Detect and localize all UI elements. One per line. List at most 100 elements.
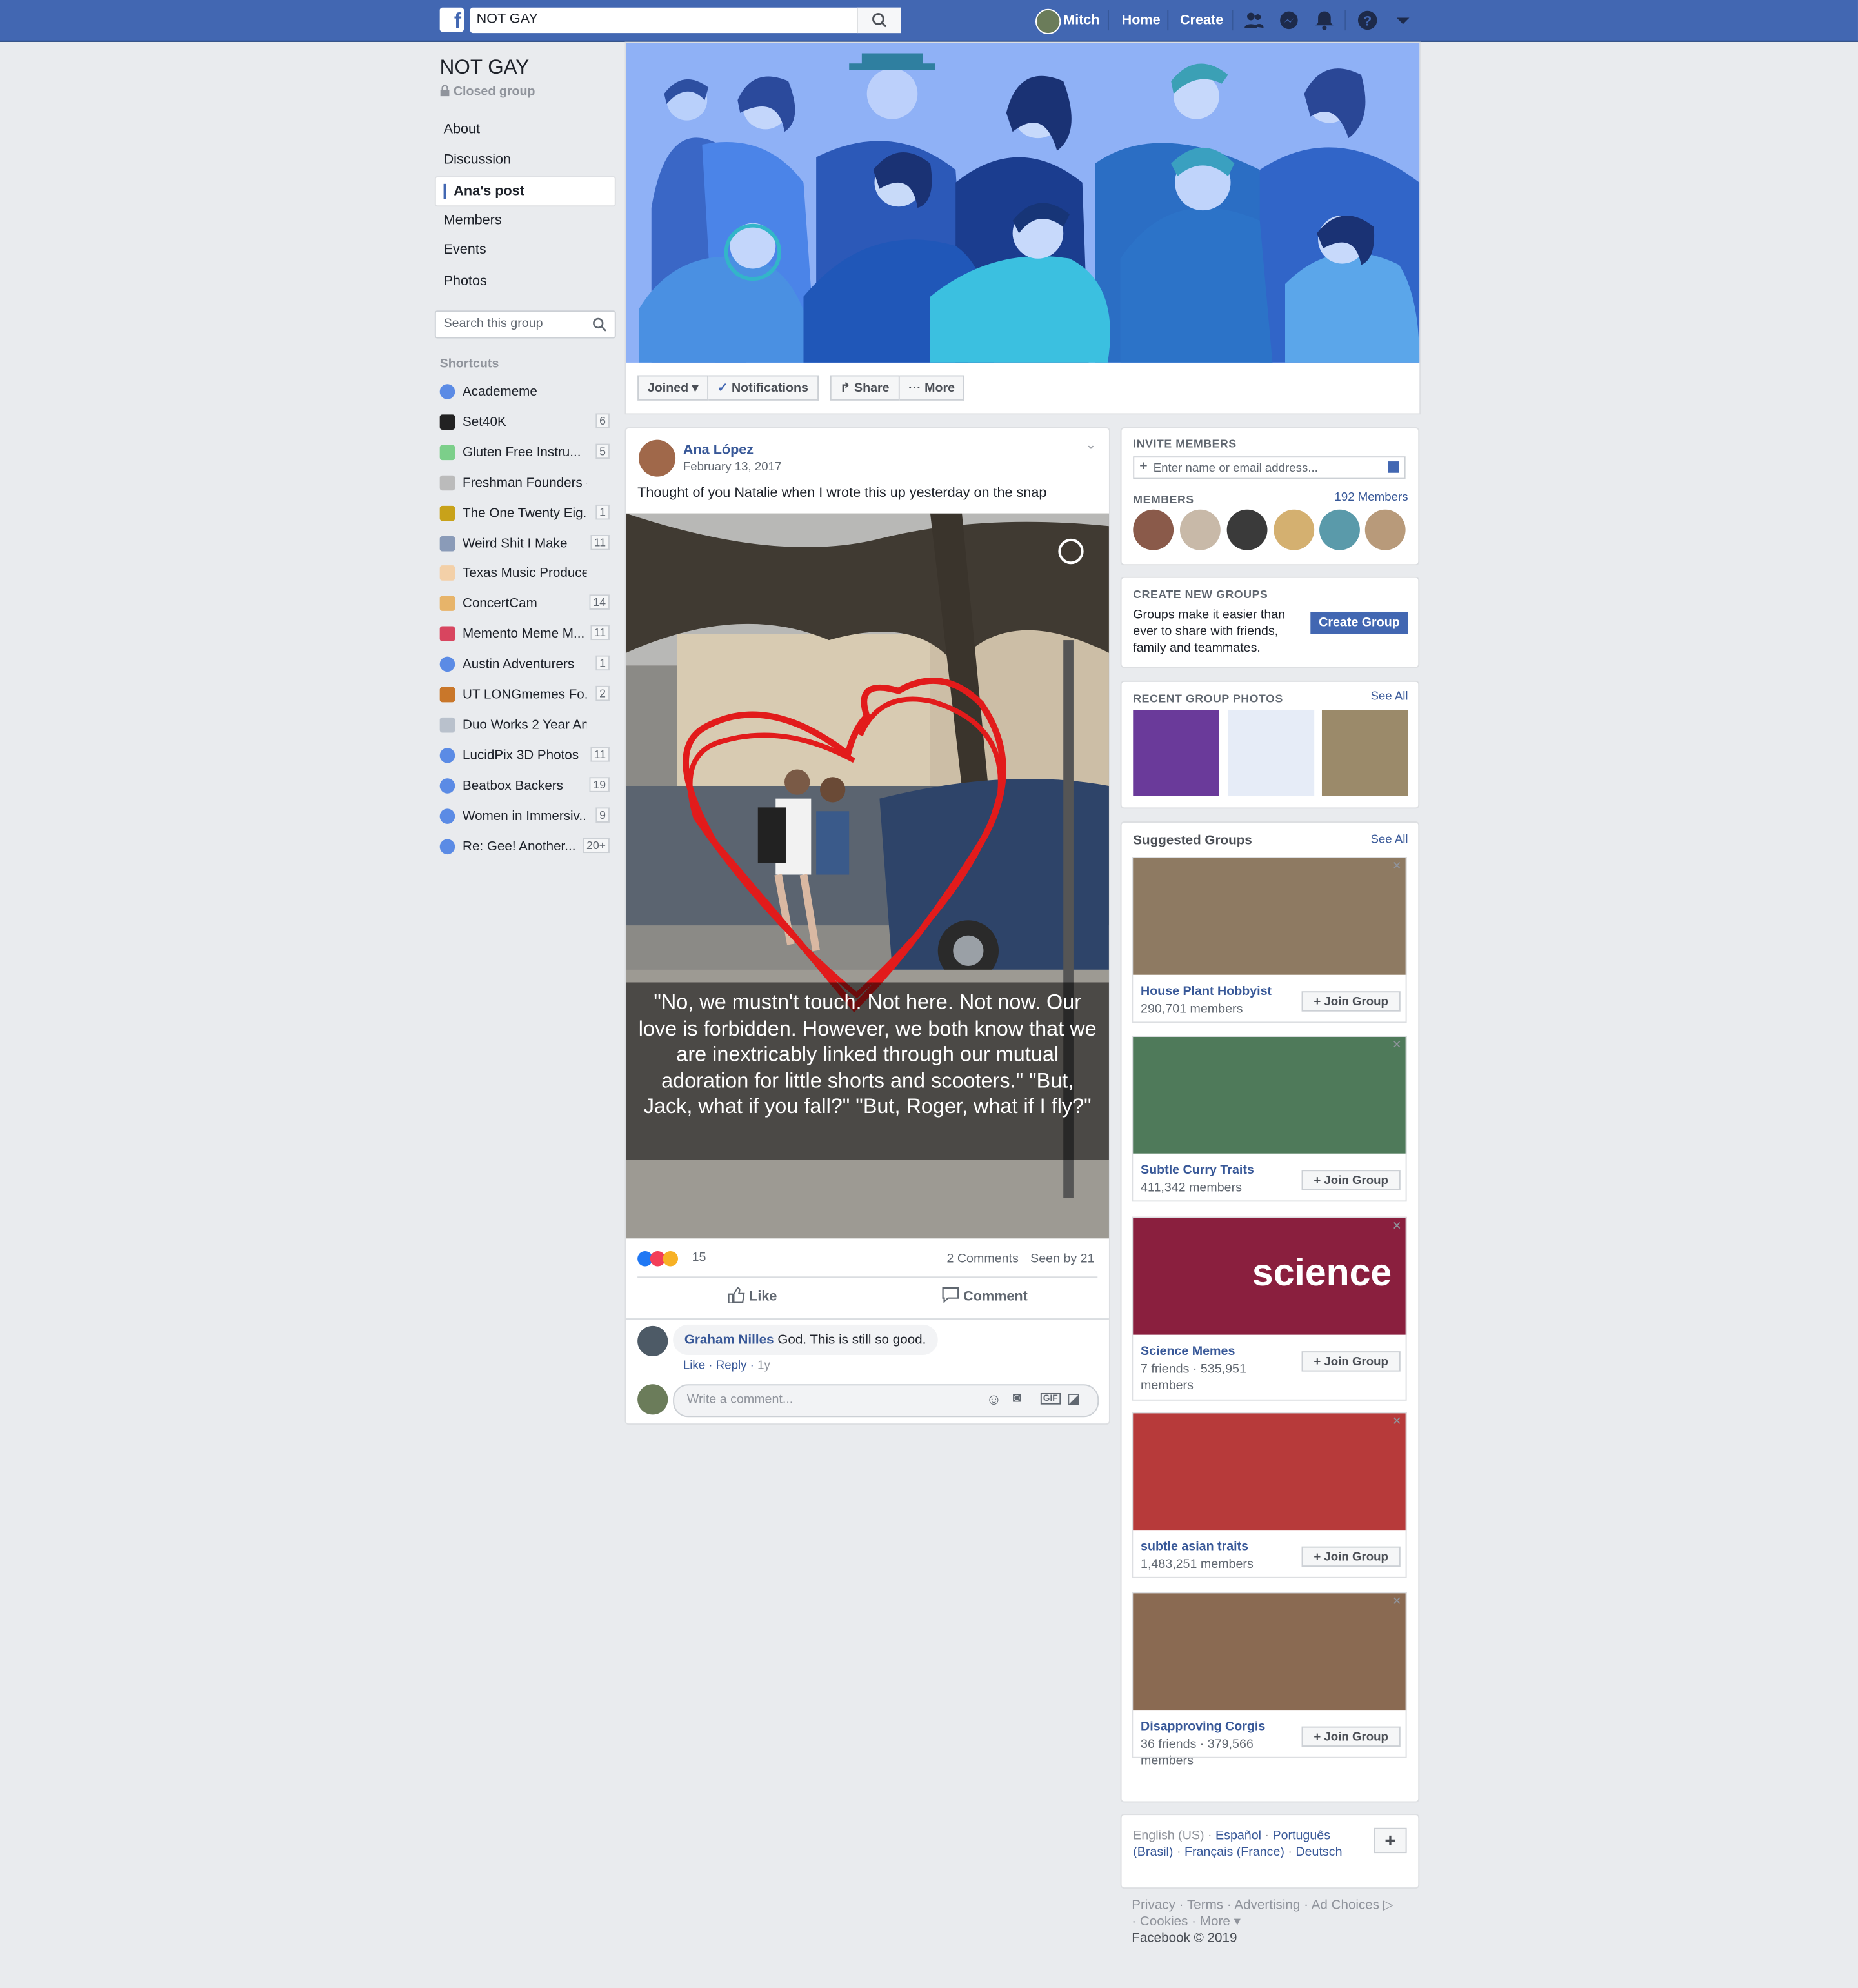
recent-photos-see-all[interactable]: See All [1370, 690, 1408, 704]
comment-reply-link[interactable]: Reply [716, 1359, 747, 1373]
reaction-icons[interactable] [637, 1250, 679, 1270]
suggested-group-cover[interactable]: ✕ science [1132, 1216, 1407, 1335]
friend-requests-icon[interactable] [1243, 10, 1264, 30]
group-nav-photos[interactable]: Photos [435, 268, 614, 296]
comment-author[interactable]: Graham Nilles [684, 1332, 774, 1348]
join-group-button[interactable]: + Join Group [1301, 991, 1401, 1012]
account-menu-chevron-icon[interactable] [1393, 10, 1413, 30]
language-link[interactable]: Deutsch [1295, 1845, 1342, 1860]
suggested-group-name[interactable]: House Plant Hobbyist [1141, 985, 1272, 999]
dismiss-close-icon[interactable]: ✕ [1392, 1594, 1402, 1609]
dismiss-close-icon[interactable]: ✕ [1392, 859, 1402, 874]
shortcut-item[interactable]: Re: Gee! Another... 20+ [439, 836, 610, 856]
notifications-bell-icon[interactable] [1314, 10, 1334, 30]
join-group-button[interactable]: + Join Group [1301, 1170, 1401, 1190]
suggested-see-all[interactable]: See All [1370, 833, 1408, 847]
comment-like-link[interactable]: Like [683, 1359, 705, 1373]
group-title[interactable]: NOT GAY [440, 57, 530, 79]
post-photo[interactable]: "No, we mustn't touch. Not here. Not now… [626, 513, 1109, 1239]
contacts-icon[interactable] [1388, 461, 1399, 473]
member-avatar[interactable] [1133, 509, 1174, 550]
post-date[interactable]: February 13, 2017 [683, 460, 782, 474]
post-author-name[interactable]: Ana López [683, 443, 754, 458]
recent-photo[interactable] [1321, 710, 1408, 796]
join-group-button[interactable]: + Join Group [1301, 1351, 1401, 1372]
help-icon[interactable]: ? [1357, 10, 1377, 30]
footer-link[interactable]: Terms [1187, 1898, 1223, 1913]
create-group-button[interactable]: Create Group [1310, 612, 1408, 634]
seen-by-count[interactable]: Seen by 21 [1030, 1252, 1094, 1267]
gif-icon[interactable]: GIF [1040, 1392, 1061, 1405]
shortcut-item[interactable]: Duo Works 2 Year Ann... [439, 715, 610, 735]
shortcut-item[interactable]: Austin Adventurers 1 [439, 654, 610, 674]
facebook-logo-icon[interactable]: f [439, 7, 464, 33]
shortcut-item[interactable]: Memento Meme M... 11 [439, 624, 610, 644]
member-avatar[interactable] [1319, 509, 1360, 550]
share-button[interactable]: ↱ Share [830, 375, 900, 401]
notifications-button[interactable]: ✓ Notifications [708, 375, 819, 401]
suggested-group-cover[interactable]: ✕ [1132, 1592, 1407, 1711]
suggested-group-name[interactable]: Subtle Curry Traits [1141, 1163, 1254, 1178]
language-link[interactable]: Español [1215, 1829, 1261, 1843]
shortcut-item[interactable]: The One Twenty Eig... 1 [439, 503, 610, 523]
footer-link[interactable]: More [1200, 1914, 1230, 1929]
group-nav-about[interactable]: About [435, 115, 614, 143]
shortcut-item[interactable]: Gluten Free Instru... 5 [439, 442, 610, 462]
join-group-button[interactable]: + Join Group [1301, 1546, 1401, 1567]
invite-input[interactable]: + Enter name or email address... [1133, 456, 1406, 479]
group-nav-members[interactable]: Members [435, 206, 614, 234]
suggested-group-name[interactable]: Science Memes [1141, 1345, 1235, 1359]
search-icon[interactable] [592, 317, 607, 332]
member-avatar[interactable] [1274, 509, 1315, 550]
footer-link[interactable]: Ad Choices [1312, 1898, 1379, 1913]
recent-photo[interactable] [1133, 710, 1219, 796]
home-link[interactable]: Home [1122, 0, 1161, 41]
member-avatar[interactable] [1179, 509, 1221, 550]
commenter-avatar[interactable] [637, 1325, 668, 1357]
member-avatar[interactable] [1226, 509, 1268, 550]
dismiss-close-icon[interactable]: ✕ [1392, 1220, 1402, 1234]
dismiss-close-icon[interactable]: ✕ [1392, 1414, 1402, 1429]
comment-input[interactable]: Write a comment... ☺ ◙ GIF ◪ [673, 1384, 1099, 1418]
post-author-avatar[interactable] [639, 439, 676, 477]
group-nav-anas-post[interactable]: Ana's post [434, 176, 616, 207]
footer-link[interactable]: Advertising [1234, 1898, 1300, 1913]
group-nav-discussion[interactable]: Discussion [435, 146, 614, 174]
join-group-button[interactable]: + Join Group [1301, 1726, 1401, 1747]
shortcut-item[interactable]: Set40K 6 [439, 412, 610, 432]
create-link[interactable]: Create [1180, 0, 1223, 41]
reaction-count[interactable]: 15 [692, 1251, 706, 1265]
suggested-group-cover[interactable]: ✕ [1132, 857, 1407, 975]
comment-button[interactable]: Comment [942, 1287, 1028, 1304]
language-link[interactable]: Français (France) [1184, 1845, 1284, 1860]
shortcut-item[interactable]: ConcertCam 14 [439, 594, 610, 614]
global-search-input[interactable]: NOT GAY [470, 7, 901, 34]
post-options-chevron-icon[interactable]: ⌄ [1086, 439, 1096, 453]
footer-link[interactable]: Cookies [1140, 1914, 1188, 1929]
group-nav-events[interactable]: Events [435, 236, 614, 263]
shortcut-item[interactable]: Weird Shit I Make 11 [439, 533, 610, 553]
shortcut-item[interactable]: UT LONGmemes Fo... 2 [439, 685, 610, 705]
suggested-group-cover[interactable]: ✕ [1132, 1035, 1407, 1154]
recent-photo[interactable] [1228, 710, 1315, 796]
search-button[interactable] [857, 7, 901, 34]
group-search-input[interactable]: Search this group [434, 310, 616, 339]
user-avatar[interactable] [1035, 8, 1061, 35]
shortcut-item[interactable]: LucidPix 3D Photos 11 [439, 745, 610, 765]
members-count-link[interactable]: 192 Members [1334, 490, 1408, 505]
comments-count[interactable]: 2 Comments [946, 1252, 1018, 1267]
more-button[interactable]: ··· More [899, 375, 965, 401]
shortcut-item[interactable]: Academeme [439, 381, 610, 401]
add-language-plus-icon[interactable]: + [1374, 1827, 1407, 1854]
suggested-group-name[interactable]: subtle asian traits [1141, 1540, 1248, 1554]
emoji-icon[interactable]: ☺ [986, 1391, 1001, 1409]
joined-button[interactable]: Joined ▾ [637, 375, 709, 401]
sticker-icon[interactable]: ◪ [1067, 1391, 1080, 1407]
comment-age[interactable]: 1y [757, 1359, 770, 1373]
user-name-link[interactable]: Mitch [1063, 0, 1099, 41]
camera-icon[interactable]: ◙ [1013, 1391, 1021, 1406]
shortcut-item[interactable]: Texas Music Producers [439, 563, 610, 583]
shortcut-item[interactable]: Women in Immersiv... 9 [439, 806, 610, 826]
suggested-group-cover[interactable]: ✕ [1132, 1412, 1407, 1531]
like-button[interactable]: Like [728, 1287, 777, 1304]
